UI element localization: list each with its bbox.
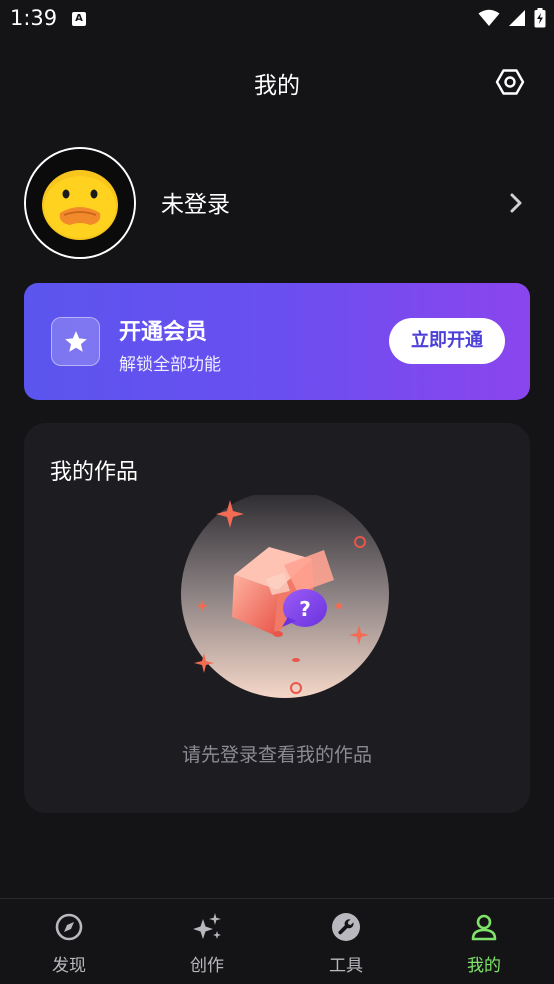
top-bar: 我的 (0, 52, 554, 112)
nav-label-tools: 工具 (329, 956, 363, 976)
works-title: 我的作品 (50, 460, 139, 485)
duck-avatar-icon (26, 149, 134, 257)
my-works-card: 我的作品 ? 请先登录查看我的作品 (24, 423, 530, 813)
compass-icon (55, 913, 83, 941)
page-title: 我的 (254, 73, 300, 99)
nav-create[interactable]: 创作 (138, 899, 276, 984)
bottom-nav: 发现 创作 工具 我的 (0, 898, 554, 984)
status-time: 1:39 (10, 6, 58, 30)
profile-page: 1:39 A 我的 未登录 开通会员 解锁全部功能 立即开通 我的作品 ? 请先… (0, 0, 554, 984)
nav-tools[interactable]: 工具 (277, 899, 415, 984)
vip-title: 开通会员 (119, 320, 208, 345)
nav-mine[interactable]: 我的 (415, 899, 553, 984)
empty-state-text: 请先登录查看我的作品 (181, 744, 372, 766)
nav-discover[interactable]: 发现 (0, 899, 138, 984)
empty-box-question-icon: ? (181, 495, 389, 698)
wrench-icon (332, 913, 360, 941)
star-icon (64, 330, 87, 352)
person-icon (471, 914, 497, 941)
sparkle-icon (193, 913, 221, 939)
signal-icon (509, 10, 525, 26)
avatar[interactable] (24, 147, 136, 259)
settings-button[interactable] (494, 66, 526, 98)
open-vip-button[interactable]: 立即开通 (389, 318, 505, 364)
svg-text:?: ? (299, 597, 311, 621)
settings-hexagon-icon (495, 69, 525, 95)
profile-login-row[interactable]: 未登录 (24, 147, 530, 259)
nav-label-create: 创作 (190, 956, 224, 976)
vip-banner[interactable]: 开通会员 解锁全部功能 立即开通 (24, 283, 530, 400)
nav-label-mine: 我的 (467, 956, 501, 976)
chevron-right-icon[interactable] (508, 191, 524, 215)
status-icons (478, 8, 546, 28)
vip-subtitle: 解锁全部功能 (119, 355, 221, 375)
battery-icon (534, 8, 546, 28)
status-bar: 1:39 A (0, 0, 554, 38)
nav-label-discover: 发现 (52, 956, 86, 976)
wifi-icon (478, 9, 500, 26)
vip-star-badge (51, 317, 100, 366)
notification-icon: A (72, 12, 86, 26)
login-status-label[interactable]: 未登录 (161, 185, 230, 219)
